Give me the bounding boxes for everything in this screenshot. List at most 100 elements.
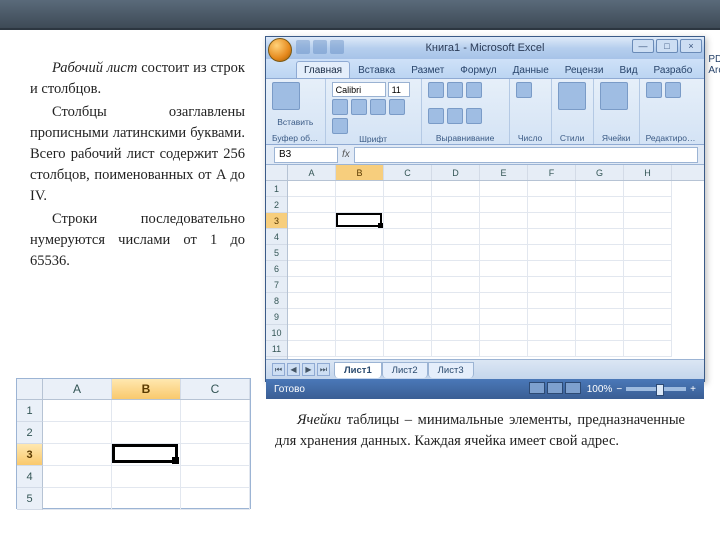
zoom-in[interactable]: + <box>690 384 696 395</box>
grid-fragment: A B C 1 2 3 4 5 <box>16 378 251 509</box>
sum-icon[interactable] <box>646 82 662 98</box>
tab-insert[interactable]: Вставка <box>350 61 403 78</box>
sheet-nav-prev[interactable]: ◀ <box>287 363 300 376</box>
fragment-row-header[interactable]: 3 <box>17 444 43 466</box>
row-header[interactable]: 9 <box>266 309 287 325</box>
group-font: Шрифт <box>332 134 415 143</box>
border-icon[interactable] <box>389 99 405 115</box>
fx-icon[interactable]: fx <box>342 149 350 160</box>
col-header[interactable]: G <box>576 165 624 180</box>
sheet-tab[interactable]: Лист1 <box>334 362 382 378</box>
ribbon-tabs: Главная Вставка Размет Формул Данные Рец… <box>266 59 704 79</box>
align-tr-icon[interactable] <box>466 82 482 98</box>
row-header[interactable]: 2 <box>266 197 287 213</box>
paste-label: Вставить <box>277 117 313 127</box>
styles-icon[interactable] <box>558 82 586 110</box>
align-l-icon[interactable] <box>428 108 444 124</box>
col-header[interactable]: B <box>336 165 384 180</box>
select-all-corner[interactable] <box>266 165 287 181</box>
align-r-icon[interactable] <box>466 108 482 124</box>
view-buttons[interactable] <box>529 382 583 397</box>
align-tc-icon[interactable] <box>447 82 463 98</box>
ribbon: Вставить Буфер обме... Calibri 11 Шрифт … <box>266 79 704 145</box>
italic-icon[interactable] <box>351 99 367 115</box>
fill-icon[interactable] <box>332 118 348 134</box>
tab-layout[interactable]: Размет <box>403 61 452 78</box>
maximize-button[interactable]: □ <box>656 39 678 53</box>
tab-developer[interactable]: Разрабо <box>646 61 701 78</box>
sheet-tab[interactable]: Лист3 <box>428 362 474 378</box>
tab-home[interactable]: Главная <box>296 61 350 78</box>
excel-window: Книга1 - Microsoft Excel — □ × Главная В… <box>265 36 705 382</box>
formula-bar[interactable] <box>354 147 698 163</box>
sheet-nav-first[interactable]: ⏮ <box>272 363 285 376</box>
fragment-col-header[interactable]: B <box>112 379 181 399</box>
office-button[interactable] <box>268 38 292 62</box>
col-header[interactable]: D <box>432 165 480 180</box>
quick-access-toolbar[interactable] <box>296 40 344 54</box>
tab-formulas[interactable]: Формул <box>452 61 504 78</box>
percent-icon[interactable] <box>516 82 532 98</box>
align-c-icon[interactable] <box>447 108 463 124</box>
text-block-left: Рабочий лист состоит из строк и столбцов… <box>30 58 245 272</box>
row-header[interactable]: 5 <box>266 245 287 261</box>
group-number: Число <box>516 133 545 143</box>
tab-data[interactable]: Данные <box>505 61 557 78</box>
row-header[interactable]: 6 <box>266 261 287 277</box>
col-header[interactable]: H <box>624 165 672 180</box>
fragment-col-header[interactable]: C <box>181 379 250 399</box>
group-clipboard: Буфер обме... <box>272 133 319 143</box>
sheet-tab[interactable]: Лист2 <box>382 362 428 378</box>
group-align: Выравнивание <box>428 133 503 143</box>
group-styles: Стили <box>558 133 587 143</box>
slide-top-band <box>0 0 720 30</box>
sort-icon[interactable] <box>665 82 681 98</box>
formula-bar-row: B3 fx <box>266 145 704 165</box>
p3: Строки последовательно нумеруются числам… <box>30 209 245 272</box>
window-title: Книга1 - Microsoft Excel <box>426 42 545 54</box>
worksheet-grid[interactable]: 1 2 3 4 5 6 7 8 9 10 11 A B C D E F G H <box>266 165 704 359</box>
term-cells: Ячейки <box>297 412 341 428</box>
row-header[interactable]: 8 <box>266 293 287 309</box>
zoom-out[interactable]: − <box>616 384 622 395</box>
align-tl-icon[interactable] <box>428 82 444 98</box>
row-header[interactable]: 7 <box>266 277 287 293</box>
row-header[interactable]: 3 <box>266 213 287 229</box>
underline-icon[interactable] <box>370 99 386 115</box>
fragment-active-cell[interactable] <box>112 444 178 463</box>
sheet-nav-next[interactable]: ▶ <box>302 363 315 376</box>
col-header[interactable]: C <box>384 165 432 180</box>
font-name-select[interactable]: Calibri <box>332 82 386 97</box>
fragment-col-header[interactable]: A <box>43 379 112 399</box>
fragment-corner[interactable] <box>17 379 43 399</box>
col-header[interactable]: F <box>528 165 576 180</box>
fragment-row-header[interactable]: 2 <box>17 422 43 444</box>
bold-icon[interactable] <box>332 99 348 115</box>
sheet-nav-last[interactable]: ⏭ <box>317 363 330 376</box>
group-cells: Ячейки <box>600 133 633 143</box>
minimize-button[interactable]: — <box>632 39 654 53</box>
status-text: Готово <box>274 384 305 395</box>
paste-icon[interactable] <box>272 82 300 110</box>
row-header[interactable]: 4 <box>266 229 287 245</box>
fragment-row-header[interactable]: 4 <box>17 466 43 488</box>
tab-review[interactable]: Рецензи <box>557 61 612 78</box>
fragment-row-header[interactable]: 1 <box>17 400 43 422</box>
text-block-right: Ячейки таблицы – минимальные элементы, п… <box>275 410 685 452</box>
fragment-row-header[interactable]: 5 <box>17 488 43 510</box>
col-header[interactable]: E <box>480 165 528 180</box>
row-header[interactable]: 1 <box>266 181 287 197</box>
row-header[interactable]: 11 <box>266 341 287 357</box>
font-size-select[interactable]: 11 <box>388 82 410 97</box>
col-header[interactable]: A <box>288 165 336 180</box>
tab-view[interactable]: Вид <box>611 61 645 78</box>
term-worksheet: Рабочий лист <box>52 60 137 76</box>
zoom-label: 100% <box>587 384 613 395</box>
name-box[interactable]: B3 <box>274 147 338 163</box>
group-editing: Редактирован... <box>646 133 698 143</box>
row-header[interactable]: 10 <box>266 325 287 341</box>
close-button[interactable]: × <box>680 39 702 53</box>
zoom-slider[interactable] <box>626 387 686 391</box>
cells-icon[interactable] <box>600 82 628 110</box>
status-bar: Готово 100% − + <box>266 379 704 399</box>
